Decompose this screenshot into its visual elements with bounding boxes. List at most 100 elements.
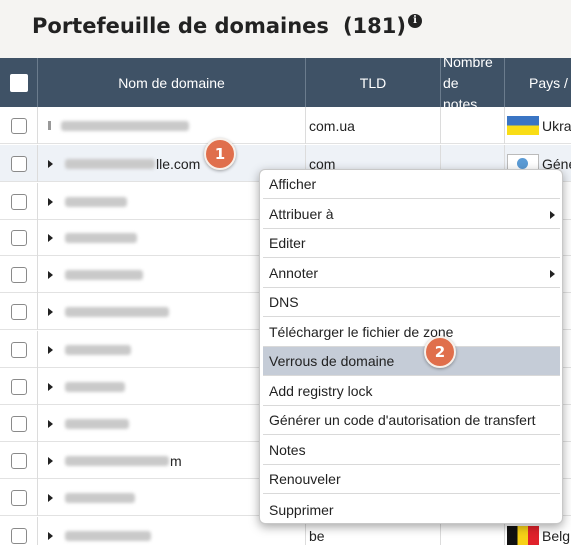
- row-checkbox[interactable]: [10, 341, 27, 358]
- redacted-domain: [65, 381, 125, 392]
- menu-item-label: Notes: [269, 442, 306, 458]
- row-checkbox-cell: [0, 107, 38, 144]
- menu-item-label: Supprimer: [269, 501, 334, 518]
- info-icon[interactable]: i: [407, 14, 422, 28]
- menu-item-label: Annoter: [269, 265, 319, 281]
- expand-caret-icon[interactable]: [48, 493, 53, 502]
- domain-name-cell[interactable]: [38, 107, 306, 144]
- expand-caret-icon[interactable]: [48, 345, 53, 354]
- row-checkbox[interactable]: [10, 229, 27, 246]
- menu-item-telecharger-zone[interactable]: Télécharger le fichier de zone: [263, 318, 560, 347]
- menu-item-label: Renouveler: [269, 471, 341, 487]
- row-checkbox[interactable]: [10, 155, 27, 172]
- redacted-domain: [65, 158, 155, 169]
- submenu-arrow-icon: [550, 270, 555, 278]
- redacted-domain: [65, 530, 151, 541]
- menu-item-label: Add registry lock: [269, 383, 373, 399]
- redacted-domain: [65, 269, 143, 280]
- menu-item-editer[interactable]: Editer: [263, 229, 560, 258]
- expand-caret-icon[interactable]: [48, 456, 53, 465]
- ukraine-flag-icon: [507, 116, 539, 135]
- row-checkbox-cell: [0, 183, 38, 220]
- redacted-domain: [61, 120, 189, 131]
- table-header: Nom de domaine TLD Nombre de notes Pays …: [0, 58, 571, 107]
- menu-item-dns[interactable]: DNS: [263, 288, 560, 317]
- domain-count: (181): [342, 14, 406, 38]
- menu-item-renouveler[interactable]: Renouveler: [263, 465, 560, 494]
- tld-cell: com.ua: [306, 107, 441, 144]
- redacted-domain: [65, 306, 169, 317]
- country-cell: Ukra: [505, 107, 571, 144]
- row-checkbox-cell: [0, 293, 38, 330]
- menu-item-annoter[interactable]: Annoter: [263, 259, 560, 288]
- redacted-domain: [65, 196, 127, 207]
- page-title-text: Portefeuille de domaines: [32, 14, 329, 38]
- column-header-name[interactable]: Nom de domaine: [38, 58, 306, 107]
- redacted-domain: [65, 344, 131, 355]
- expand-caret-icon[interactable]: [48, 307, 53, 316]
- row-checkbox[interactable]: [10, 117, 27, 134]
- expand-caret-icon[interactable]: [48, 233, 53, 242]
- row-checkbox-cell: [0, 405, 38, 442]
- row-checkbox[interactable]: [10, 489, 27, 506]
- row-checkbox[interactable]: [10, 452, 27, 469]
- indent-marker: [48, 121, 51, 130]
- belgium-flag-icon: [507, 526, 539, 545]
- context-menu: Afficher Attribuer à Editer Annoter DNS …: [259, 169, 563, 524]
- row-checkbox-cell: [0, 368, 38, 405]
- row-checkbox[interactable]: [10, 378, 27, 395]
- menu-item-label: Verrous de domaine: [269, 353, 395, 369]
- country-label: Belg: [542, 527, 571, 544]
- column-header-notes-label: Nombre de notes: [443, 58, 493, 107]
- redacted-domain: [65, 492, 135, 503]
- menu-item-label: DNS: [269, 294, 299, 310]
- table-row[interactable]: com.ua Ukra: [0, 107, 571, 144]
- expand-caret-icon[interactable]: [48, 419, 53, 428]
- menu-item-afficher[interactable]: Afficher: [263, 170, 560, 199]
- menu-item-label: Attribuer à: [269, 206, 334, 222]
- row-checkbox[interactable]: [10, 527, 27, 544]
- row-checkbox-cell: [0, 442, 38, 479]
- row-checkbox[interactable]: [10, 415, 27, 432]
- menu-item-verrous-domaine[interactable]: Verrous de domaine: [263, 347, 560, 376]
- step-badge-2: 2: [424, 336, 456, 368]
- notes-cell: [441, 107, 505, 144]
- page-title: Portefeuille de domaines (181) i: [32, 14, 422, 38]
- step-badge-1: 1: [204, 138, 236, 170]
- row-checkbox-cell: [0, 219, 38, 256]
- column-header-notes[interactable]: Nombre de notes: [441, 58, 505, 107]
- expand-caret-icon[interactable]: [48, 382, 53, 391]
- expand-caret-icon[interactable]: [48, 159, 53, 168]
- row-checkbox-cell: [0, 331, 38, 368]
- domain-name-suffix: lle.com: [156, 155, 201, 172]
- country-label: Ukra: [542, 117, 571, 134]
- row-checkbox[interactable]: [10, 266, 27, 283]
- menu-item-label: Générer un code d'autorisation de transf…: [269, 412, 536, 428]
- row-checkbox[interactable]: [10, 193, 27, 210]
- domain-name-suffix: m: [170, 452, 182, 469]
- menu-item-add-registry-lock[interactable]: Add registry lock: [263, 377, 560, 406]
- row-checkbox[interactable]: [10, 303, 27, 320]
- menu-item-notes[interactable]: Notes: [263, 436, 560, 465]
- expand-caret-icon[interactable]: [48, 197, 53, 206]
- submenu-arrow-icon: [550, 211, 555, 219]
- column-header-country[interactable]: Pays /: [505, 58, 571, 107]
- row-checkbox-cell: [0, 517, 38, 545]
- menu-item-generer-code-auth[interactable]: Générer un code d'autorisation de transf…: [263, 406, 560, 435]
- title-bar: Portefeuille de domaines (181) i: [0, 0, 571, 58]
- menu-item-attribuer[interactable]: Attribuer à: [263, 200, 560, 229]
- select-all-cell: [0, 58, 38, 107]
- select-all-checkbox[interactable]: [9, 73, 28, 92]
- column-header-tld[interactable]: TLD: [306, 58, 441, 107]
- row-checkbox-cell: [0, 479, 38, 516]
- row-checkbox-cell: [0, 256, 38, 293]
- menu-item-label: Télécharger le fichier de zone: [269, 324, 454, 340]
- redacted-domain: [65, 232, 137, 243]
- redacted-domain: [65, 418, 129, 429]
- menu-item-label: Afficher: [269, 176, 317, 192]
- menu-item-label: Editer: [269, 235, 306, 251]
- expand-caret-icon[interactable]: [48, 270, 53, 279]
- menu-item-supprimer[interactable]: Supprimer: [263, 495, 560, 523]
- expand-caret-icon[interactable]: [48, 531, 53, 540]
- redacted-domain: [65, 455, 169, 466]
